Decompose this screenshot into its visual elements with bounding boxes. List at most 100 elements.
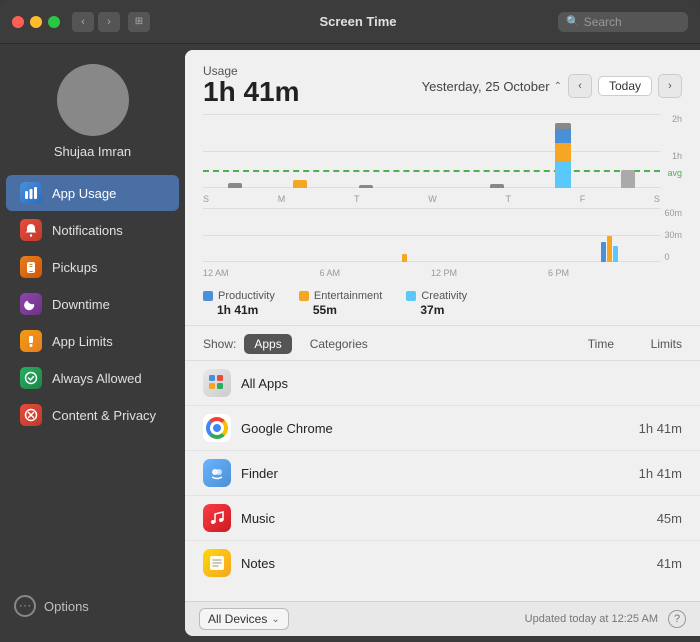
app-usage-icon xyxy=(20,182,42,204)
bar-f-blue xyxy=(555,129,571,143)
search-box[interactable]: 🔍 xyxy=(558,12,688,32)
app-limits-icon xyxy=(20,330,42,352)
main-layout: Shujaa Imran App Usage xyxy=(0,44,700,642)
sidebar-item-content-privacy[interactable]: Content & Privacy xyxy=(6,397,179,433)
maximize-button[interactable] xyxy=(48,16,60,28)
app-name-music: Music xyxy=(241,511,602,526)
chart-area: 2h 1h avg xyxy=(185,114,700,284)
bar-s2 xyxy=(621,170,635,188)
week-bar-m xyxy=(269,114,333,188)
sidebar-item-label-downtime: Downtime xyxy=(52,297,110,312)
bar-f-orange xyxy=(555,143,571,161)
close-button[interactable] xyxy=(12,16,24,28)
x-label-s2: S xyxy=(654,194,660,204)
dy-30m: 30m xyxy=(664,230,682,240)
x-label-f: F xyxy=(580,194,586,204)
week-bar-s2 xyxy=(596,114,660,188)
app-name-all: All Apps xyxy=(241,376,602,391)
notes-icon xyxy=(203,549,231,577)
x-label-t1: T xyxy=(354,194,360,204)
app-time-chrome: 1h 41m xyxy=(612,421,682,436)
app-time-notes: 41m xyxy=(612,556,682,571)
sidebar-item-notifications[interactable]: Notifications xyxy=(6,212,179,248)
tab-apps[interactable]: Apps xyxy=(244,334,291,354)
next-date-button[interactable]: › xyxy=(658,74,682,98)
always-allowed-icon xyxy=(20,367,42,389)
legend-label-productivity: Productivity xyxy=(218,290,275,302)
sidebar-item-label-notifications: Notifications xyxy=(52,223,123,238)
date-nav: Yesterday, 25 October ⌃ ‹ Today › xyxy=(422,74,682,98)
bar-t2 xyxy=(490,184,504,188)
x-label-t2: T xyxy=(505,194,511,204)
x-label-m: M xyxy=(278,194,286,204)
sidebar-item-app-limits[interactable]: App Limits xyxy=(6,323,179,359)
weekly-x-labels: S M T W T F S xyxy=(203,194,660,204)
nav-buttons: ‹ › xyxy=(72,12,120,32)
device-select[interactable]: All Devices ⌄ xyxy=(199,608,289,630)
content-footer: All Devices ⌄ Updated today at 12:25 AM … xyxy=(185,601,700,636)
user-section: Shujaa Imran xyxy=(0,56,185,175)
legend-time-creativity: 37m xyxy=(406,303,467,317)
titlebar: ‹ › ⊞ Screen Time 🔍 xyxy=(0,0,700,44)
legend-time-entertainment: 55m xyxy=(299,303,382,317)
y-label-2h: 2h xyxy=(672,114,682,124)
col-limits-header: Limits xyxy=(622,337,682,351)
usage-header: Usage 1h 41m Yesterday, 25 October ⌃ ‹ T… xyxy=(185,50,700,114)
content-panel: Usage 1h 41m Yesterday, 25 October ⌃ ‹ T… xyxy=(185,50,700,636)
table-row[interactable]: All Apps xyxy=(185,361,700,406)
forward-button[interactable]: › xyxy=(98,12,120,32)
daily-bar-pm3 xyxy=(613,246,618,262)
table-row[interactable]: Finder 1h 41m xyxy=(185,451,700,496)
app-name-notes: Notes xyxy=(241,556,602,571)
table-row[interactable]: Music 45m xyxy=(185,496,700,541)
content-privacy-icon xyxy=(20,404,42,426)
search-input[interactable] xyxy=(584,15,680,29)
x-label-w: W xyxy=(428,194,437,204)
prev-date-button[interactable]: ‹ xyxy=(568,74,592,98)
sidebar-item-app-usage[interactable]: App Usage xyxy=(6,175,179,211)
daily-y-labels: 60m 30m 0 xyxy=(664,208,682,262)
tab-categories[interactable]: Categories xyxy=(300,334,378,354)
legend-creativity: Creativity 37m xyxy=(406,290,467,317)
sidebar-item-label-app-limits: App Limits xyxy=(52,334,113,349)
sidebar: Shujaa Imran App Usage xyxy=(0,44,185,642)
app-time-finder: 1h 41m xyxy=(612,466,682,481)
dy-0: 0 xyxy=(664,252,682,262)
daily-bars xyxy=(203,208,660,262)
grid-button[interactable]: ⊞ xyxy=(128,12,150,32)
daily-bar-pm1 xyxy=(601,242,606,262)
weekly-bars xyxy=(203,114,660,188)
week-bar-f xyxy=(531,114,595,188)
legend-dot-productivity xyxy=(203,291,213,301)
show-tabs: Show: Apps Categories Time Limits xyxy=(185,326,700,360)
daily-bar-pm2 xyxy=(607,236,612,262)
dx-6pm: 6 PM xyxy=(548,268,569,278)
sidebar-item-pickups[interactable]: Pickups xyxy=(6,249,179,285)
sidebar-item-downtime[interactable]: Downtime xyxy=(6,286,179,322)
today-button[interactable]: Today xyxy=(598,76,652,96)
chevron-down-icon: ⌄ xyxy=(271,614,279,625)
daily-bar-am xyxy=(402,254,407,262)
window-title: Screen Time xyxy=(158,14,558,29)
legend-dot-creativity xyxy=(406,291,416,301)
table-row[interactable]: Notes 41m xyxy=(185,541,700,585)
weekly-chart: 2h 1h avg xyxy=(203,114,682,204)
table-row[interactable]: Google Chrome 1h 41m xyxy=(185,406,700,451)
sidebar-item-always-allowed[interactable]: Always Allowed xyxy=(6,360,179,396)
minimize-button[interactable] xyxy=(30,16,42,28)
app-list: All Apps Google Chrome 1h 41m xyxy=(185,361,700,601)
app-time-music: 45m xyxy=(612,511,682,526)
week-bar-w xyxy=(400,114,464,188)
daily-chart: 60m 30m 0 xyxy=(203,208,682,278)
dy-60m: 60m xyxy=(664,208,682,218)
legend-dot-entertainment xyxy=(299,291,309,301)
back-button[interactable]: ‹ xyxy=(72,12,94,32)
legend-entertainment: Entertainment 55m xyxy=(299,290,382,317)
app-name-chrome: Google Chrome xyxy=(241,421,602,436)
dx-12am: 12 AM xyxy=(203,268,229,278)
pickups-icon xyxy=(20,256,42,278)
help-button[interactable]: ? xyxy=(668,610,686,628)
show-label: Show: xyxy=(203,337,236,351)
week-bar-t2 xyxy=(465,114,529,188)
options-item[interactable]: ⋯ Options xyxy=(14,590,171,622)
